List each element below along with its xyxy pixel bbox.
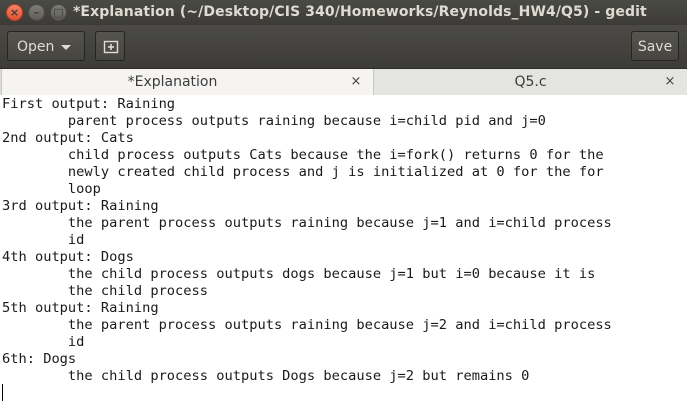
- editor-line: 2nd output: Cats: [2, 130, 134, 146]
- editor-line: the child process outputs dogs because j…: [2, 266, 596, 282]
- editor-line: 6th: Dogs: [2, 351, 77, 367]
- chevron-down-icon: [61, 45, 71, 50]
- editor-line: First output: Raining: [2, 96, 176, 112]
- gedit-window: × – □ *Explanation (~/Desktop/CIS 340/Ho…: [0, 0, 687, 412]
- text-cursor: [2, 384, 3, 401]
- tab-label: Q5.c: [514, 74, 547, 90]
- editor-line: child process outputs Cats because the i…: [2, 147, 604, 163]
- editor-line: parent process outputs raining because i…: [2, 113, 546, 129]
- tab-explanation[interactable]: *Explanation ×: [1, 69, 374, 95]
- editor-line: the parent process outputs raining becau…: [2, 317, 612, 333]
- new-tab-icon: [103, 40, 119, 54]
- editor-line: 4th output: Dogs: [2, 249, 134, 265]
- close-tab-icon[interactable]: ×: [663, 69, 677, 95]
- text-editor[interactable]: First output: Raining parent process out…: [0, 95, 687, 412]
- title-bar[interactable]: × – □ *Explanation (~/Desktop/CIS 340/Ho…: [0, 0, 687, 25]
- tab-q5-c[interactable]: Q5.c ×: [374, 69, 687, 95]
- minimize-window-icon[interactable]: –: [28, 4, 45, 21]
- editor-line: newly created child process and j is ini…: [2, 164, 604, 180]
- editor-line: the child process outputs Dogs because j…: [2, 368, 530, 384]
- open-button[interactable]: Open: [7, 31, 85, 61]
- document-tabs: *Explanation × Q5.c ×: [0, 69, 687, 96]
- editor-line: loop: [2, 181, 101, 197]
- maximize-window-icon[interactable]: □: [50, 4, 67, 21]
- header-toolbar: Open Save: [0, 25, 687, 69]
- editor-line: 3rd output: Raining: [2, 198, 159, 214]
- editor-line: the child process: [2, 283, 209, 299]
- window-title: *Explanation (~/Desktop/CIS 340/Homework…: [73, 4, 647, 20]
- open-button-label: Open: [17, 39, 55, 55]
- editor-line: id: [2, 232, 85, 248]
- close-window-icon[interactable]: ×: [6, 4, 23, 21]
- save-button[interactable]: Save: [631, 31, 679, 61]
- tab-label: *Explanation: [127, 74, 218, 90]
- editor-line: id: [2, 334, 85, 350]
- editor-line: the parent process outputs raining becau…: [2, 215, 612, 231]
- close-tab-icon[interactable]: ×: [349, 69, 363, 95]
- editor-line: 5th output: Raining: [2, 300, 159, 316]
- new-document-button[interactable]: [95, 31, 125, 61]
